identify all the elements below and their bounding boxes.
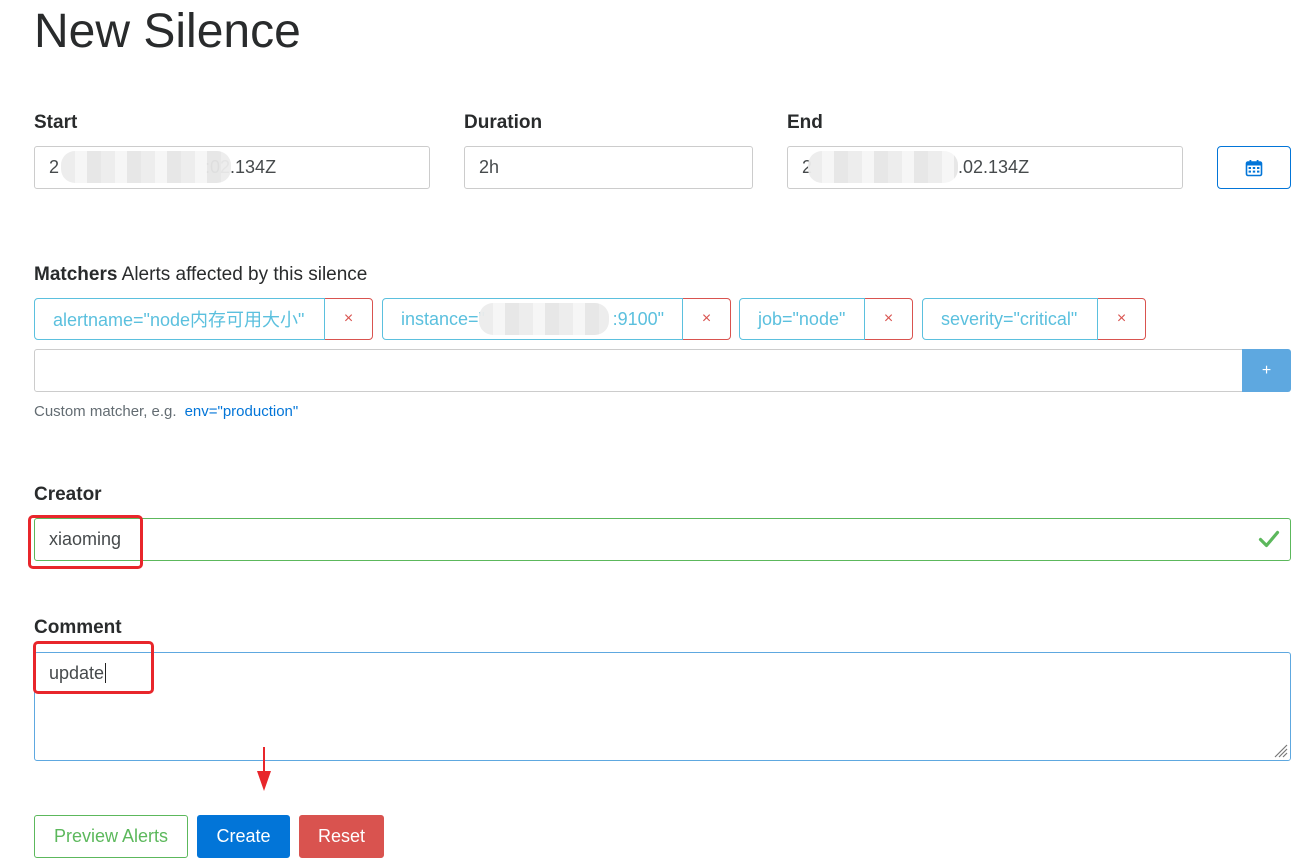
start-value-prefix: 2: [49, 157, 60, 177]
matcher-remove-button[interactable]: ×: [864, 298, 913, 340]
matchers-heading: Matchers Alerts affected by this silence: [34, 264, 367, 286]
matcher-remove-button[interactable]: ×: [324, 298, 373, 340]
custom-matcher-input[interactable]: [34, 349, 1243, 392]
creator-label: Creator: [34, 484, 102, 505]
redaction-blur: [479, 303, 609, 335]
matcher-chip-label[interactable]: severity="critical": [922, 298, 1098, 340]
matcher-chip-label[interactable]: job="node": [739, 298, 865, 340]
end-input[interactable]: 2 .02.134Z: [787, 146, 1183, 189]
duration-label: Duration: [464, 112, 543, 133]
matcher-chip: job="node" ×: [739, 298, 913, 340]
start-label: Start: [34, 112, 78, 133]
matcher-chip-prefix: instance=": [401, 308, 485, 329]
comment-label: Comment: [34, 617, 122, 638]
add-matcher-button[interactable]: +: [1242, 349, 1291, 392]
redaction-blur: [808, 151, 958, 183]
calendar-button[interactable]: [1217, 146, 1291, 189]
calendar-icon: [1245, 159, 1263, 176]
reset-button[interactable]: Reset: [299, 815, 384, 858]
redaction-blur: [61, 151, 231, 183]
end-value-suffix: .02.134Z: [958, 157, 1030, 177]
matcher-chip-suffix: :9100": [612, 308, 664, 329]
duration-input[interactable]: 2h: [464, 146, 753, 189]
comment-textarea[interactable]: update: [34, 652, 1291, 761]
end-label: End: [787, 112, 823, 133]
check-icon: [1258, 530, 1280, 548]
annotation-highlight-box: [33, 641, 154, 694]
creator-input[interactable]: xiaoming: [34, 518, 1291, 561]
duration-value: 2h: [479, 157, 500, 177]
matcher-chip: instance=" :9100" ×: [382, 298, 731, 340]
matchers-label: Matchers: [34, 264, 118, 285]
resize-handle-icon[interactable]: [1272, 742, 1288, 758]
matcher-hint-text: Custom matcher, e.g.: [34, 403, 177, 420]
matcher-chip-label[interactable]: instance=" :9100": [382, 298, 683, 340]
matcher-remove-button[interactable]: ×: [1097, 298, 1146, 340]
page-title: New Silence: [34, 5, 301, 58]
matcher-hint-example: env="production": [184, 403, 299, 420]
create-button[interactable]: Create: [197, 815, 290, 858]
start-input[interactable]: 2 :02.134Z: [34, 146, 430, 189]
matchers-subtitle: Alerts affected by this silence: [121, 264, 368, 285]
annotation-arrow-icon: [257, 747, 271, 791]
matcher-chip: severity="critical" ×: [922, 298, 1146, 340]
preview-alerts-button[interactable]: Preview Alerts: [34, 815, 188, 858]
annotation-highlight-box: [28, 515, 143, 569]
matcher-chip-label[interactable]: alertname="node内存可用大小": [34, 298, 325, 340]
matcher-remove-button[interactable]: ×: [682, 298, 731, 340]
matcher-hint: Custom matcher, e.g. env="production": [34, 403, 298, 420]
matcher-chip: alertname="node内存可用大小" ×: [34, 298, 373, 340]
